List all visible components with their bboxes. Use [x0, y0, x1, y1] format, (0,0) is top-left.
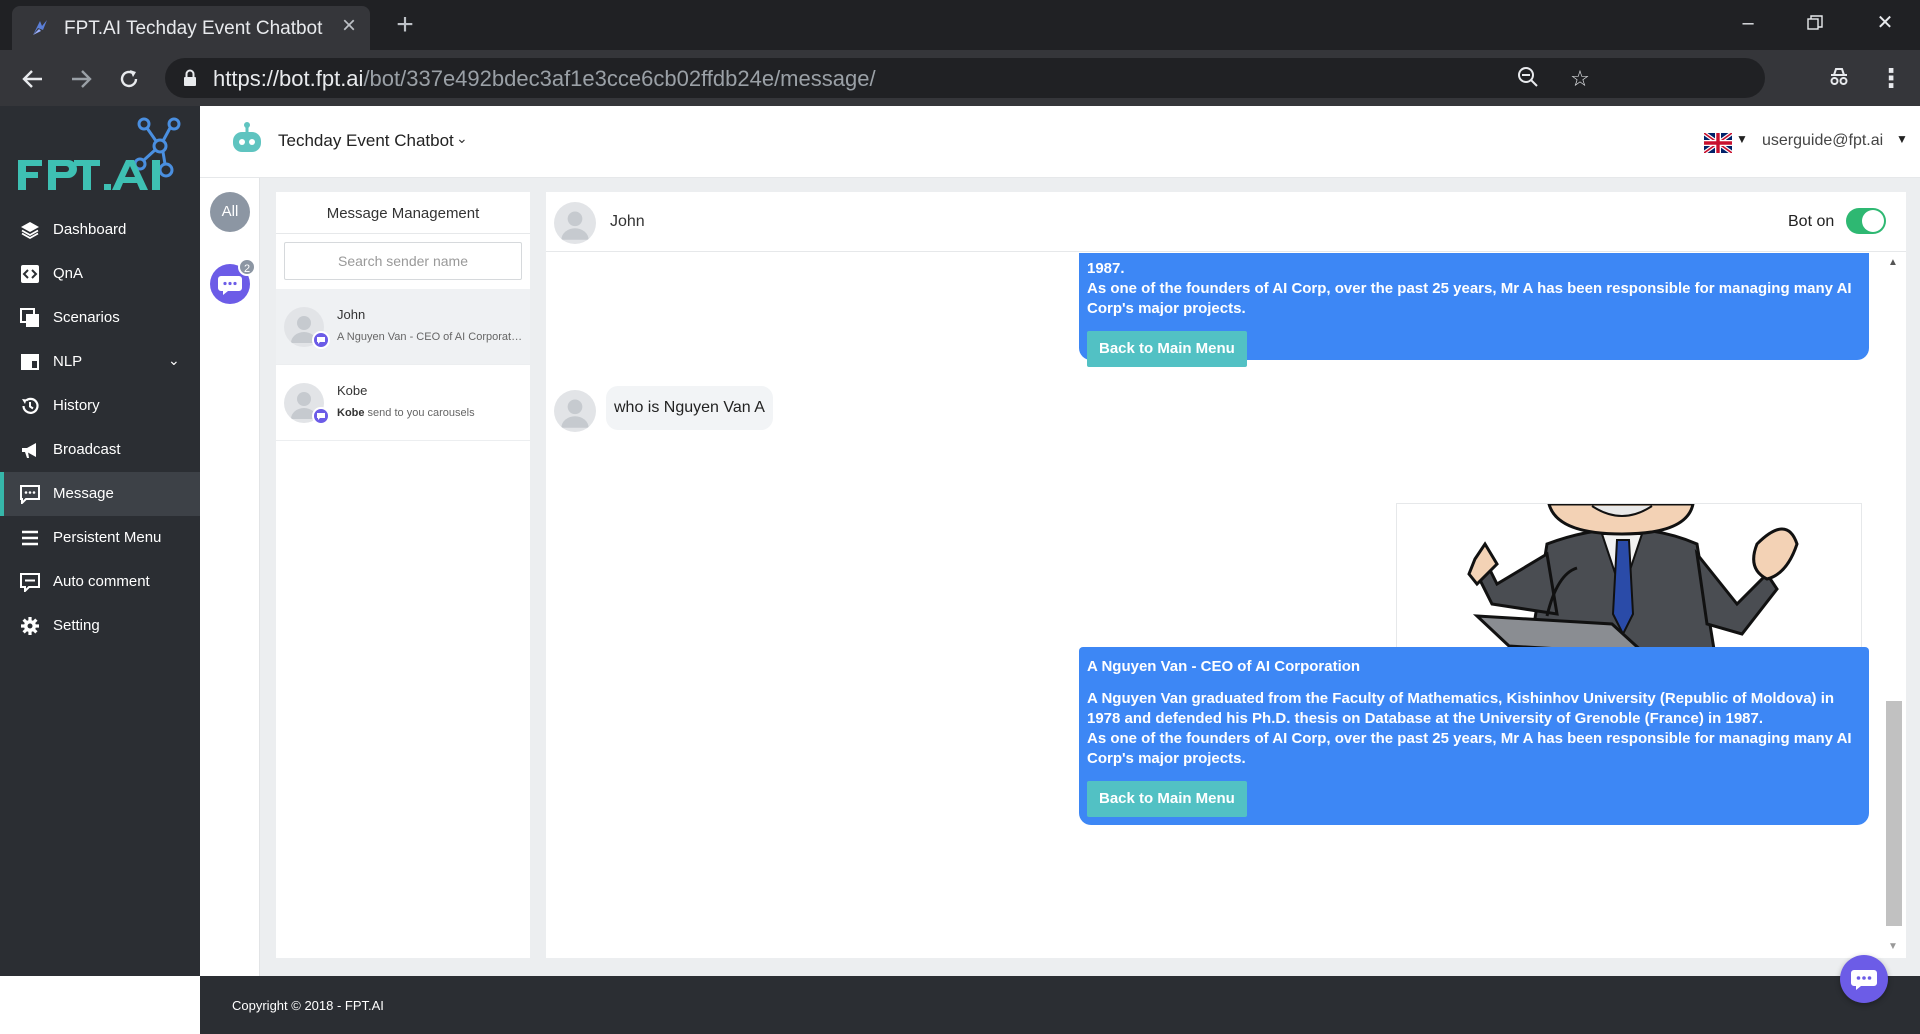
close-window-icon[interactable]: ✕	[1870, 10, 1900, 36]
megaphone-icon	[22, 443, 36, 458]
sidebar-item-message[interactable]: Message	[0, 472, 200, 516]
scrollbar-thumb[interactable]	[1886, 701, 1902, 926]
chevron-down-icon[interactable]: ⌄	[456, 130, 468, 147]
forward-icon[interactable]	[66, 64, 96, 94]
sidebar-item-nlp[interactable]: NLP ⌄	[0, 340, 200, 384]
chat-bubble-icon	[1851, 970, 1877, 990]
restore-icon[interactable]	[1800, 10, 1830, 36]
chat-panel: John Bot on 1987. As one of the founders…	[546, 192, 1906, 958]
bot-on-label: Bot on	[1788, 213, 1835, 230]
chat-contact-name: John	[610, 213, 645, 230]
chevron-down-icon: ⌄	[168, 352, 180, 368]
scroll-down-arrow-icon[interactable]: ▼	[1888, 941, 1898, 952]
uk-flag-icon[interactable]	[1704, 133, 1732, 153]
sidebar-item-history[interactable]: History	[0, 384, 200, 428]
message-management-title: Message Management	[276, 192, 530, 234]
reload-icon[interactable]	[114, 64, 144, 94]
lock-icon	[184, 69, 196, 86]
avatar	[554, 390, 596, 432]
browser-toolbar: https://bot.fpt.ai/bot/337e492bdec3af1e3…	[0, 50, 1920, 106]
bot-message-bubble: 1987. As one of the founders of AI Corp,…	[1079, 253, 1869, 367]
back-to-main-menu-button[interactable]: Back to Main Menu	[1087, 781, 1247, 817]
avatar	[554, 202, 596, 244]
sidebar-item-scenarios[interactable]: Scenarios	[0, 296, 200, 340]
sidebar-menu: Dashboard QnA Scenarios NLP ⌄ History Br…	[0, 208, 200, 648]
messenger-badge-icon	[312, 407, 330, 425]
scroll-up-arrow-icon[interactable]: ▲	[1888, 257, 1898, 268]
bot-message-bubble: A Nguyen Van - CEO of AI Corporation A N…	[1079, 647, 1869, 825]
browser-tab-bar: FPT.AI Techday Event Chatbot × + – ✕	[0, 0, 1920, 50]
scenarios-icon	[20, 308, 39, 327]
code-icon	[21, 265, 39, 283]
fpt-ai-logo	[18, 117, 181, 190]
caret-down-icon[interactable]: ▼	[1736, 132, 1748, 146]
chat-header: John Bot on	[546, 192, 1906, 252]
chat-body: 1987. As one of the founders of AI Corp,…	[546, 253, 1906, 958]
browser-menu-icon[interactable]: ⋮	[1878, 64, 1904, 94]
back-to-main-menu-button[interactable]: Back to Main Menu	[1087, 331, 1247, 367]
user-silhouette-icon	[561, 399, 589, 428]
app-header: Techday Event Chatbot ⌄ ▼ userguide@fpt.…	[200, 106, 1920, 178]
chat-widget-button[interactable]	[1840, 955, 1888, 1003]
message-icon	[20, 485, 40, 504]
hamburger-icon	[22, 530, 38, 546]
copyright-text: Copyright © 2018 - FPT.AI	[232, 998, 384, 1013]
comment-icon	[20, 573, 40, 592]
conversation-name: Kobe	[337, 383, 368, 398]
browser-tab[interactable]: FPT.AI Techday Event Chatbot ×	[12, 6, 370, 50]
user-silhouette-icon	[561, 211, 589, 240]
sidebar-item-broadcast[interactable]: Broadcast	[0, 428, 200, 472]
url-text: https://bot.fpt.ai/bot/337e492bdec3af1e3…	[213, 66, 876, 91]
search-sender-input[interactable]	[284, 242, 522, 280]
conversation-name: John	[337, 307, 366, 322]
filter-all-button[interactable]: All	[210, 192, 250, 232]
history-icon	[22, 397, 39, 414]
bot-message-title: A Nguyen Van - CEO of AI Corporation	[1087, 658, 1361, 675]
filter-column: All 2	[200, 178, 260, 976]
footer: Copyright © 2018 - FPT.AI	[200, 976, 1920, 1034]
fpt-favicon-icon	[33, 20, 47, 35]
conversation-item-john[interactable]: John A Nguyen Van - CEO of AI Corporatio…	[276, 289, 530, 365]
sidebar-item-persistent-menu[interactable]: Persistent Menu	[0, 516, 200, 560]
robot-icon	[233, 122, 261, 152]
bot-name[interactable]: Techday Event Chatbot	[278, 131, 454, 151]
layers-icon	[21, 222, 39, 240]
new-tab-icon[interactable]: +	[392, 10, 418, 40]
conversation-preview: Kobe send to you carousels	[337, 407, 475, 419]
sidebar-item-setting[interactable]: Setting	[0, 604, 200, 648]
messenger-badge-icon	[312, 331, 330, 349]
user-email[interactable]: userguide@fpt.ai	[1762, 132, 1883, 150]
bot-on-toggle[interactable]	[1846, 208, 1886, 234]
user-message-bubble: who is Nguyen Van A	[606, 386, 773, 430]
conversation-item-kobe[interactable]: Kobe Kobe send to you carousels	[276, 365, 530, 441]
message-list-panel: Message Management John A Nguyen Van - C…	[276, 192, 530, 958]
address-bar[interactable]: https://bot.fpt.ai/bot/337e492bdec3af1e3…	[165, 58, 1765, 98]
unread-count-badge: 2	[238, 258, 256, 276]
nlp-icon	[21, 354, 39, 370]
conversation-preview: A Nguyen Van - CEO of AI Corporation	[337, 331, 523, 343]
back-icon[interactable]	[18, 64, 48, 94]
sidebar-item-dashboard[interactable]: Dashboard	[0, 208, 200, 252]
caret-down-icon[interactable]: ▼	[1896, 132, 1908, 146]
chat-scrollbar[interactable]: ▲ ▼	[1882, 253, 1902, 958]
star-icon[interactable]: ☆	[1567, 66, 1593, 92]
tab-close-icon[interactable]: ×	[338, 14, 360, 38]
sidebar: Dashboard QnA Scenarios NLP ⌄ History Br…	[0, 106, 200, 976]
content-area: All 2 Message Management John A Nguyen V…	[200, 178, 1920, 976]
tab-title: FPT.AI Techday Event Chatbot	[64, 18, 323, 39]
sidebar-item-auto-comment[interactable]: Auto comment	[0, 560, 200, 604]
zoom-icon[interactable]	[1515, 66, 1541, 92]
gear-icon	[21, 617, 39, 635]
incognito-icon[interactable]	[1826, 66, 1852, 92]
minimize-icon[interactable]: –	[1733, 10, 1763, 36]
sidebar-item-qna[interactable]: QnA	[0, 252, 200, 296]
